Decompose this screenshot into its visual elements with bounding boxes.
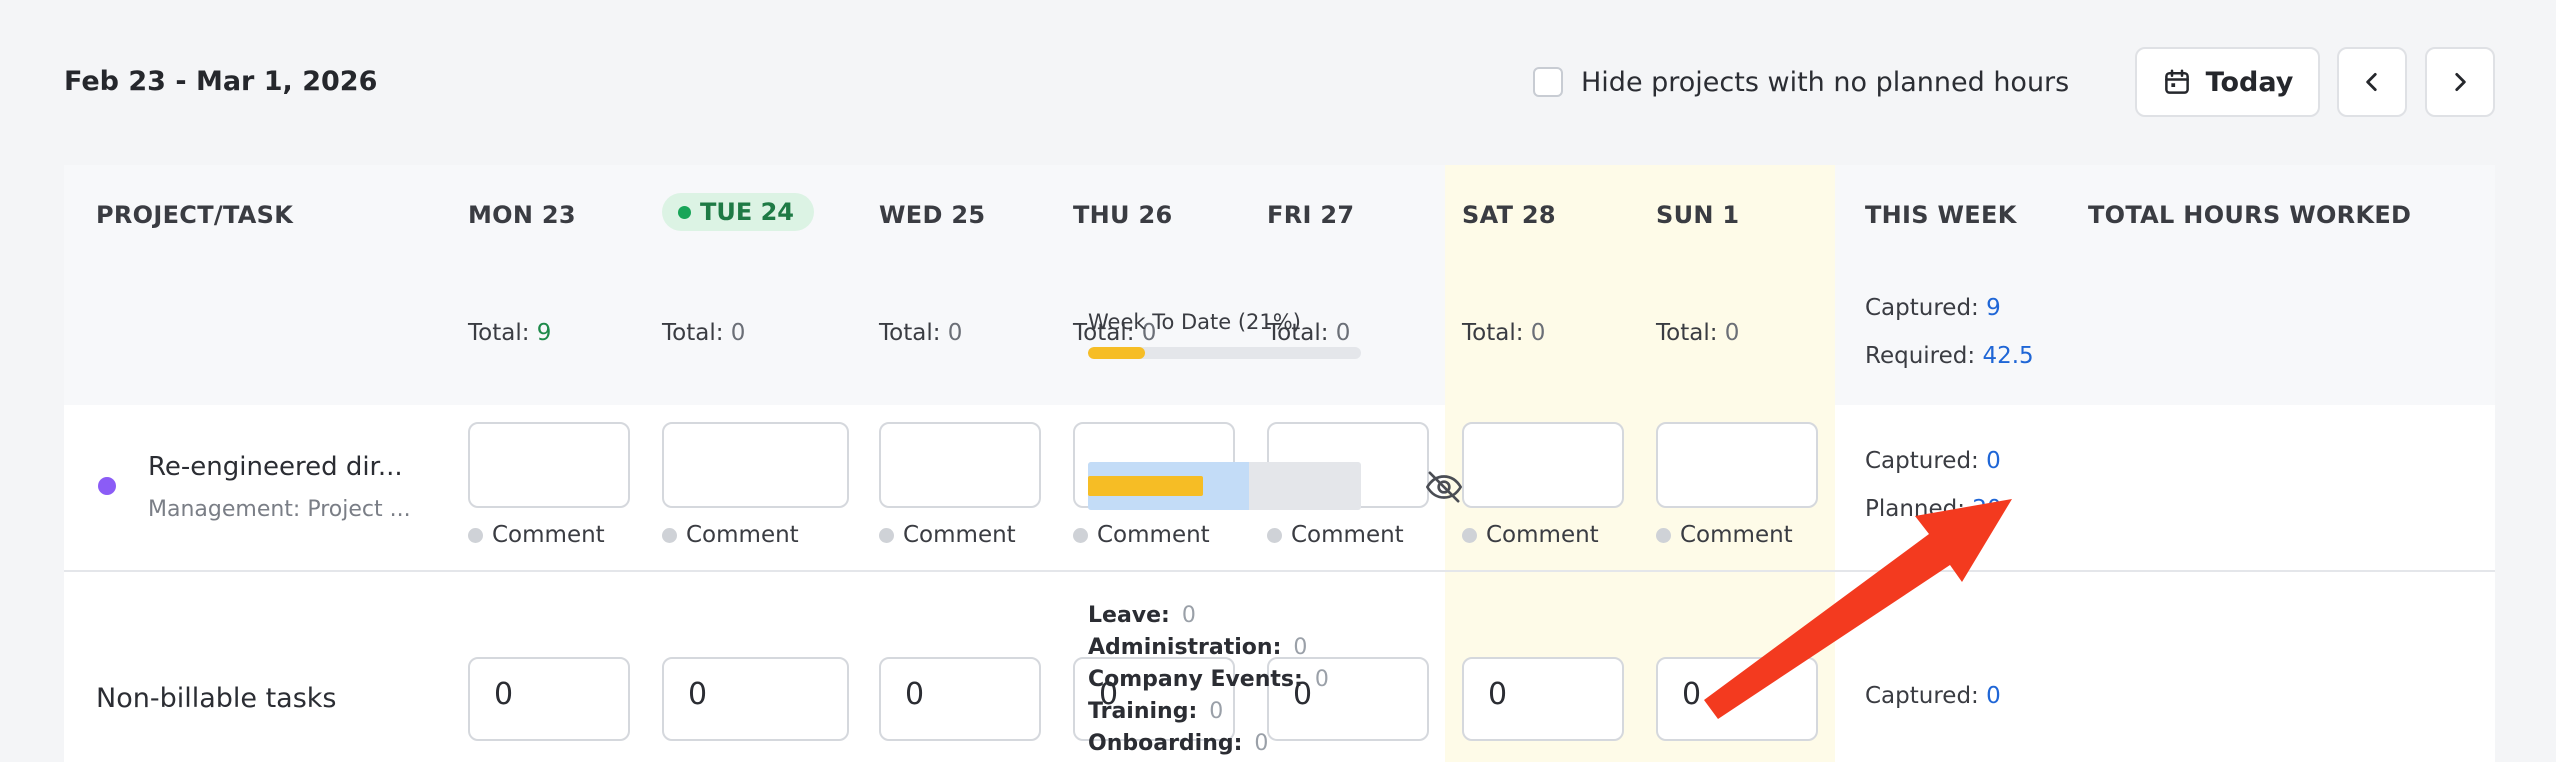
column-header-total-hours-worked: TOTAL HOURS WORKED — [2088, 201, 2412, 229]
nonbillable-input-sat[interactable]: 0 — [1462, 657, 1624, 741]
category-administration: Administration: 0 — [1088, 635, 1308, 660]
row-divider — [64, 570, 2495, 572]
day-total-wed: Total: 0 — [879, 320, 963, 346]
category-leave: Leave: 0 — [1088, 603, 1196, 628]
column-header-this-week: THIS WEEK — [1865, 201, 2017, 229]
week-captured: Captured: 9 — [1865, 295, 2001, 321]
today-button-label: Today — [2205, 66, 2294, 98]
day-total-mon: Total: 9 — [468, 320, 552, 346]
hours-input-tue[interactable] — [662, 422, 849, 508]
chevron-left-icon — [2359, 69, 2385, 95]
day-total-tue: Total: 0 — [662, 320, 746, 346]
comment-link-sun[interactable]: Comment — [1656, 522, 1793, 548]
day-total-value: 0 — [1724, 320, 1740, 346]
project-hours-progress-bar — [1088, 462, 1361, 510]
hours-input-sun[interactable] — [1656, 422, 1818, 508]
comment-dot-icon — [662, 527, 677, 543]
nonbillable-category-list: Leave: 0 Administration: 0 Company Events:… — [1088, 603, 1329, 762]
week-to-date-progress-fill — [1088, 347, 1146, 359]
today-button[interactable]: Today — [2135, 47, 2320, 117]
comment-link-wed[interactable]: Comment — [879, 522, 1016, 548]
week-to-date-label: Week To Date (21%) — [1088, 310, 1301, 334]
calendar-icon — [2162, 67, 2192, 97]
project-subtitle: Management: Project ... — [148, 497, 411, 522]
project-planned: Planned: 20 — [1865, 496, 2002, 522]
column-header-wed: WED 25 — [879, 201, 986, 229]
hide-projects-label[interactable]: Hide projects with no planned hours — [1581, 67, 2069, 98]
comment-dot-icon — [1462, 527, 1477, 543]
today-indicator-dot — [678, 205, 691, 219]
day-total-value: 0 — [730, 320, 746, 346]
column-header-sat: SAT 28 — [1462, 201, 1556, 229]
nonbillable-input-wed[interactable]: 0 — [879, 657, 1041, 741]
hide-projects-checkbox[interactable] — [1533, 67, 1563, 97]
day-total-value: 0 — [1530, 320, 1546, 346]
hours-input-mon[interactable] — [468, 422, 630, 508]
previous-week-button[interactable] — [2337, 47, 2407, 117]
hide-projects-toggle[interactable]: Hide projects with no planned hours — [1533, 64, 2069, 100]
chevron-right-icon — [2447, 69, 2473, 95]
week-to-date-progress-bar — [1088, 347, 1361, 359]
column-header-tue-today: TUE 24 — [662, 193, 815, 231]
hours-input-sat[interactable] — [1462, 422, 1624, 508]
comment-dot-icon — [468, 527, 483, 543]
project-planned-value: 20 — [1972, 496, 2002, 522]
comment-link-thu[interactable]: Comment — [1073, 522, 1210, 548]
week-required-value: 42.5 — [1982, 343, 2034, 369]
project-captured-value: 0 — [1986, 448, 2001, 474]
day-total-value: 9 — [536, 320, 552, 346]
category-company-events: Company Events: 0 — [1088, 667, 1329, 692]
column-header-fri: FRI 27 — [1267, 201, 1355, 229]
column-header-tue-label: TUE 24 — [700, 198, 795, 226]
column-header-project-task: PROJECT/TASK — [96, 201, 294, 229]
nonbillable-input-mon[interactable]: 0 — [468, 657, 630, 741]
comment-link-fri[interactable]: Comment — [1267, 522, 1404, 548]
date-range-label: Feb 23 - Mar 1, 2026 — [64, 66, 378, 97]
day-total-sun: Total: 0 — [1656, 320, 1740, 346]
week-required: Required: 42.5 — [1865, 343, 2034, 369]
comment-dot-icon — [1267, 527, 1282, 543]
comment-dot-icon — [1073, 527, 1088, 543]
day-total-value: 0 — [1335, 320, 1351, 346]
comment-dot-icon — [879, 527, 894, 543]
nonbillable-captured: Captured: 0 — [1865, 683, 2001, 709]
category-onboarding: Onboarding: 0 — [1088, 731, 1269, 756]
comment-link-sat[interactable]: Comment — [1462, 522, 1599, 548]
captured-hours-segment — [1088, 476, 1203, 496]
eye-off-icon[interactable] — [1424, 467, 1464, 507]
comment-link-tue[interactable]: Comment — [662, 522, 799, 548]
project-captured: Captured: 0 — [1865, 448, 2001, 474]
timesheet-table: PROJECT/TASK MON 23 TUE 24 WED 25 THU 26… — [64, 165, 2495, 762]
nonbillable-input-sun[interactable]: 0 — [1656, 657, 1818, 741]
next-week-button[interactable] — [2425, 47, 2495, 117]
category-training: Training: 0 — [1088, 699, 1224, 724]
week-captured-value: 9 — [1986, 295, 2001, 321]
project-name[interactable]: Re-engineered dir... — [148, 452, 403, 482]
hours-input-wed[interactable] — [879, 422, 1041, 508]
day-total-value: 0 — [947, 320, 963, 346]
comment-link-mon[interactable]: Comment — [468, 522, 605, 548]
project-color-dot — [98, 477, 116, 495]
nonbillable-input-tue[interactable]: 0 — [662, 657, 849, 741]
column-header-thu: THU 26 — [1073, 201, 1173, 229]
nonbillable-captured-value: 0 — [1986, 683, 2001, 709]
column-header-sun: SUN 1 — [1656, 201, 1740, 229]
day-total-sat: Total: 0 — [1462, 320, 1546, 346]
comment-dot-icon — [1656, 527, 1671, 543]
column-header-mon: MON 23 — [468, 201, 576, 229]
nonbillable-tasks-label: Non-billable tasks — [96, 683, 337, 714]
